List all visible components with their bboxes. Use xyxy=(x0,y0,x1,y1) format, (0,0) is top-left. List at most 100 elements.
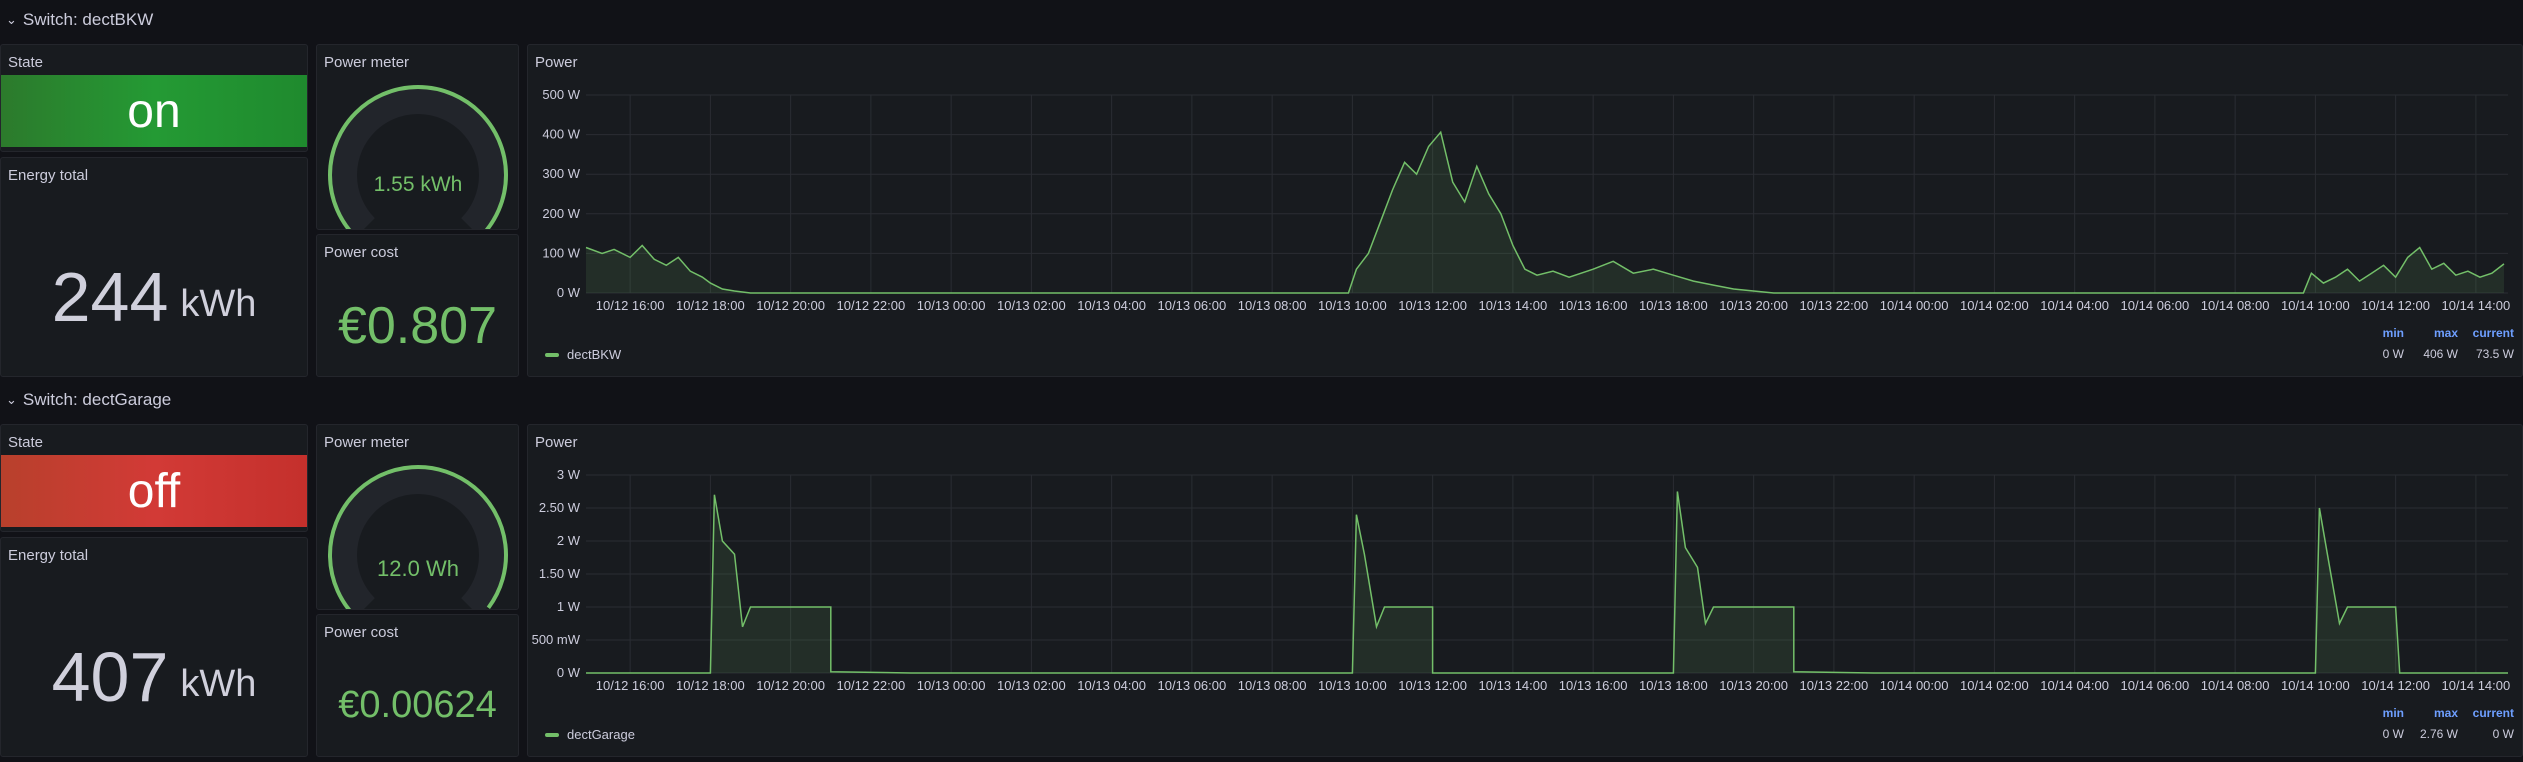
energy-total-stat: 407 kWh xyxy=(1,598,307,756)
x-tick-label: 10/14 06:00 xyxy=(2121,298,2190,313)
series-area xyxy=(586,491,2508,673)
row-title: Switch: dectGarage xyxy=(22,390,172,409)
x-tick-label: 10/13 08:00 xyxy=(1238,298,1307,313)
stat-current: 0 W xyxy=(2492,727,2514,741)
gauge: 1.55 kWh xyxy=(328,85,508,229)
x-tick-label: 10/13 20:00 xyxy=(1719,298,1788,313)
series-line xyxy=(586,491,2508,674)
state-panel[interactable]: State on xyxy=(0,44,308,152)
x-tick-label: 10/13 02:00 xyxy=(997,298,1066,313)
stat-header-min[interactable]: min xyxy=(2364,706,2404,720)
power-meter-panel[interactable]: Power meter 1.55 kWh xyxy=(316,44,519,230)
power-chart[interactable]: 0 W 100 W 200 W 300 W 400 W 500 W 10/12 16:00 1… xyxy=(528,45,2523,377)
x-tick-label: 10/12 20:00 xyxy=(756,678,825,693)
x-tick-label: 10/14 06:00 xyxy=(2121,678,2190,693)
state-panel[interactable]: State off xyxy=(0,424,308,532)
row-header-dectGarage[interactable]: ⌄ Switch: dectGarage xyxy=(6,390,171,410)
panel-title: Energy total xyxy=(8,167,89,184)
energy-total-value: 407 xyxy=(51,638,169,716)
x-tick-label: 10/14 10:00 xyxy=(2281,298,2350,313)
stat-min: 0 W xyxy=(2382,347,2404,361)
x-tick-label: 10/14 04:00 xyxy=(2040,298,2109,313)
series-line xyxy=(585,130,2505,294)
stat-header-min[interactable]: min xyxy=(2364,326,2404,340)
x-tick-label: 10/13 00:00 xyxy=(917,678,986,693)
x-tick-label: 10/14 10:00 xyxy=(2281,678,2350,693)
power-meter-panel[interactable]: Power meter 12.0 Wh xyxy=(316,424,519,610)
x-tick-label: 10/13 20:00 xyxy=(1719,678,1788,693)
stat-header-max[interactable]: max xyxy=(2404,326,2458,340)
legend-label: dectBKW xyxy=(567,347,622,362)
x-tick-label: 10/14 14:00 xyxy=(2442,298,2511,313)
x-tick-label: 10/14 00:00 xyxy=(1880,298,1949,313)
power-chart-panel[interactable]: Power 0 W 100 W 200 W 300 W 400 W 500 W 10/12 … xyxy=(527,44,2523,377)
panel-title: Power cost xyxy=(324,624,399,641)
chevron-down-icon: ⌄ xyxy=(6,12,17,27)
x-tick-label: 10/13 10:00 xyxy=(1318,298,1387,313)
legend-item[interactable]: dectBKW xyxy=(545,347,621,362)
x-tick-label: 10/13 10:00 xyxy=(1318,678,1387,693)
y-tick-label: 2.50 W xyxy=(539,500,581,515)
x-tick-label: 10/13 16:00 xyxy=(1559,678,1628,693)
power-chart[interactable]: 0 W 500 mW 1 W 1.50 W 2 W 2.50 W 3 W 10/12 16:0… xyxy=(528,425,2523,757)
y-tick-label: 0 W xyxy=(557,285,581,300)
legend-item[interactable]: dectGarage xyxy=(545,727,635,742)
row-title: Switch: dectBKW xyxy=(22,10,154,29)
x-tick-label: 10/13 18:00 xyxy=(1639,678,1708,693)
y-tick-label: 1 W xyxy=(557,599,581,614)
energy-total-unit: kWh xyxy=(180,282,257,325)
x-tick-label: 10/13 14:00 xyxy=(1479,678,1548,693)
energy-total-unit: kWh xyxy=(180,662,257,705)
x-tick-label: 10/14 08:00 xyxy=(2201,678,2270,693)
energy-total-panel[interactable]: Energy total 407 kWh xyxy=(0,537,308,757)
x-tick-label: 10/13 06:00 xyxy=(1158,678,1227,693)
x-tick-label: 10/14 12:00 xyxy=(2361,298,2430,313)
stat-min: 0 W xyxy=(2382,727,2404,741)
x-tick-label: 10/14 02:00 xyxy=(1960,298,2029,313)
power-cost-value: €0.807 xyxy=(337,296,498,355)
panel-title: State xyxy=(8,54,44,71)
x-tick-label: 10/12 18:00 xyxy=(676,678,745,693)
energy-total-panel[interactable]: Energy total 244 kWh xyxy=(0,157,308,377)
state-value: on xyxy=(1,75,307,147)
x-tick-label: 10/13 18:00 xyxy=(1639,298,1708,313)
x-tick-label: 10/12 20:00 xyxy=(756,298,825,313)
stat-max: 2.76 W xyxy=(2419,727,2458,741)
x-tick-label: 10/13 06:00 xyxy=(1158,298,1227,313)
x-tick-label: 10/14 00:00 xyxy=(1880,678,1949,693)
y-tick-label: 0 W xyxy=(557,665,581,680)
x-tick-label: 10/12 22:00 xyxy=(837,678,906,693)
y-tick-label: 1.50 W xyxy=(539,566,581,581)
legend-swatch xyxy=(545,732,559,737)
state-value: off xyxy=(1,455,307,527)
power-chart-panel[interactable]: Power 0 W 500 mW 1 W 1.50 W2 W 2.50 W3 W 10/1… xyxy=(527,424,2523,757)
x-tick-label: 10/13 22:00 xyxy=(1800,298,1869,313)
x-tick-label: 10/14 08:00 xyxy=(2201,298,2270,313)
stat-header-current[interactable]: current xyxy=(2458,326,2514,340)
x-tick-label: 10/13 04:00 xyxy=(1077,678,1146,693)
y-tick-label: 300 W xyxy=(542,166,580,181)
x-tick-label: 10/14 14:00 xyxy=(2442,678,2511,693)
stat-current: 73.5 W xyxy=(2475,347,2514,361)
x-tick-label: 10/13 12:00 xyxy=(1398,298,1467,313)
panel-title: Energy total xyxy=(8,547,89,564)
series-area xyxy=(586,132,2504,293)
x-tick-label: 10/13 22:00 xyxy=(1800,678,1869,693)
y-tick-label: 200 W xyxy=(542,206,580,221)
x-tick-label: 10/12 16:00 xyxy=(596,678,665,693)
power-cost-panel[interactable]: Power cost €0.807 xyxy=(316,234,519,377)
y-tick-label: 400 W xyxy=(542,127,580,142)
y-tick-label: 3 W xyxy=(557,467,581,482)
x-tick-label: 10/13 12:00 xyxy=(1398,678,1467,693)
stat-header-current[interactable]: current xyxy=(2458,706,2514,720)
power-cost-value: €0.00624 xyxy=(338,684,497,726)
stat-header-max[interactable]: max xyxy=(2404,706,2458,720)
x-tick-label: 10/13 02:00 xyxy=(997,678,1066,693)
power-cost-panel[interactable]: Power cost €0.00624 xyxy=(316,614,519,757)
x-tick-label: 10/12 18:00 xyxy=(676,298,745,313)
x-tick-label: 10/13 08:00 xyxy=(1238,678,1307,693)
legend-stats: min max current 0 W 2.76 W 0 W xyxy=(2364,706,2514,741)
x-tick-label: 10/13 14:00 xyxy=(1479,298,1548,313)
row-header-dectBKW[interactable]: ⌄ Switch: dectBKW xyxy=(6,10,153,30)
x-tick-label: 10/14 12:00 xyxy=(2361,678,2430,693)
